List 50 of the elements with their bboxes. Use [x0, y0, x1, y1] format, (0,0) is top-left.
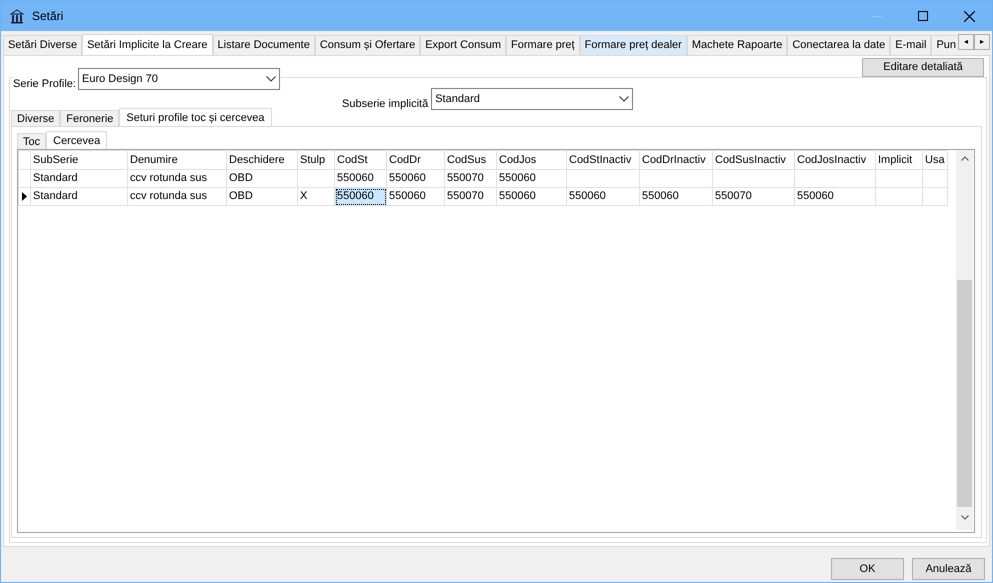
settings-tab[interactable]: Listare Documente	[212, 35, 315, 55]
inner-tab[interactable]: Feronerie	[60, 110, 120, 127]
inner-tab[interactable]: Seturi profile toc și cercevea	[119, 108, 272, 128]
field-label: Serie Profile:	[13, 77, 76, 92]
table-cell: Standard	[30, 170, 128, 188]
serie-profile-dropdown[interactable]: Euro Design 70	[78, 68, 280, 90]
chevron-down-icon	[266, 76, 276, 82]
settings-tab[interactable]: Setări Diverse	[3, 35, 82, 55]
sub-tab[interactable]: Cercevea	[46, 131, 108, 151]
current-row-icon	[22, 192, 27, 201]
settings-tab[interactable]: Machete Rapoarte	[686, 35, 788, 55]
table-cell: 550060	[386, 170, 444, 188]
table-cell: 550060	[334, 188, 386, 206]
table-cell: 550060	[386, 188, 444, 206]
editare-detaliata-button[interactable]: Editare detaliată	[862, 58, 984, 77]
close-icon	[964, 10, 974, 22]
table-cell: OBD	[226, 188, 298, 206]
inner-tab[interactable]: Diverse	[11, 110, 60, 127]
table-cell: 550070	[444, 170, 496, 188]
table-cell: OBD	[226, 170, 298, 188]
sub-tab[interactable]: Toc	[17, 133, 46, 150]
subserie-dropdown[interactable]: Standard	[431, 88, 634, 110]
table-cell: 550060	[496, 188, 566, 206]
settings-tab[interactable]: Conectarea la date	[787, 35, 890, 55]
table-cell: 550060	[566, 188, 640, 206]
settings-tab[interactable]: Formare preț dealer	[580, 35, 687, 55]
field-label: Subserie implicită	[342, 97, 428, 112]
settings-tab[interactable]: Pun	[931, 35, 959, 55]
dialog-button[interactable]: OK	[831, 558, 904, 580]
settings-tab[interactable]: Formare preț	[506, 35, 580, 55]
window-title: Setări	[32, 8, 64, 25]
vertical-scrollbar[interactable]	[956, 150, 973, 530]
settings-tab[interactable]: E-mail	[890, 35, 932, 55]
chevron-down-icon	[619, 96, 630, 102]
scroll-right-button[interactable]: ▸	[974, 34, 990, 50]
table-cell: ccv rotunda sus	[128, 188, 226, 206]
table-cell: 550060	[496, 170, 566, 188]
dialog-button[interactable]: Anulează	[912, 558, 985, 580]
table-cell: 550060	[640, 188, 712, 206]
table-cell: Standard	[30, 188, 128, 206]
table-cell: 550070	[444, 188, 496, 206]
building-icon	[10, 8, 24, 24]
table-cell: 550070	[712, 188, 794, 206]
settings-tab[interactable]: Export Consum	[420, 35, 506, 55]
scroll-left-button[interactable]: ◂	[958, 34, 974, 50]
table-cell: 550060	[794, 188, 876, 206]
settings-tab[interactable]: Setări Implicite la Creare	[82, 34, 213, 55]
table-cell: ccv rotunda sus	[128, 170, 226, 188]
scrollbar-thumb[interactable]	[957, 280, 972, 507]
settings-tab[interactable]: Consum și Ofertare	[314, 35, 420, 55]
